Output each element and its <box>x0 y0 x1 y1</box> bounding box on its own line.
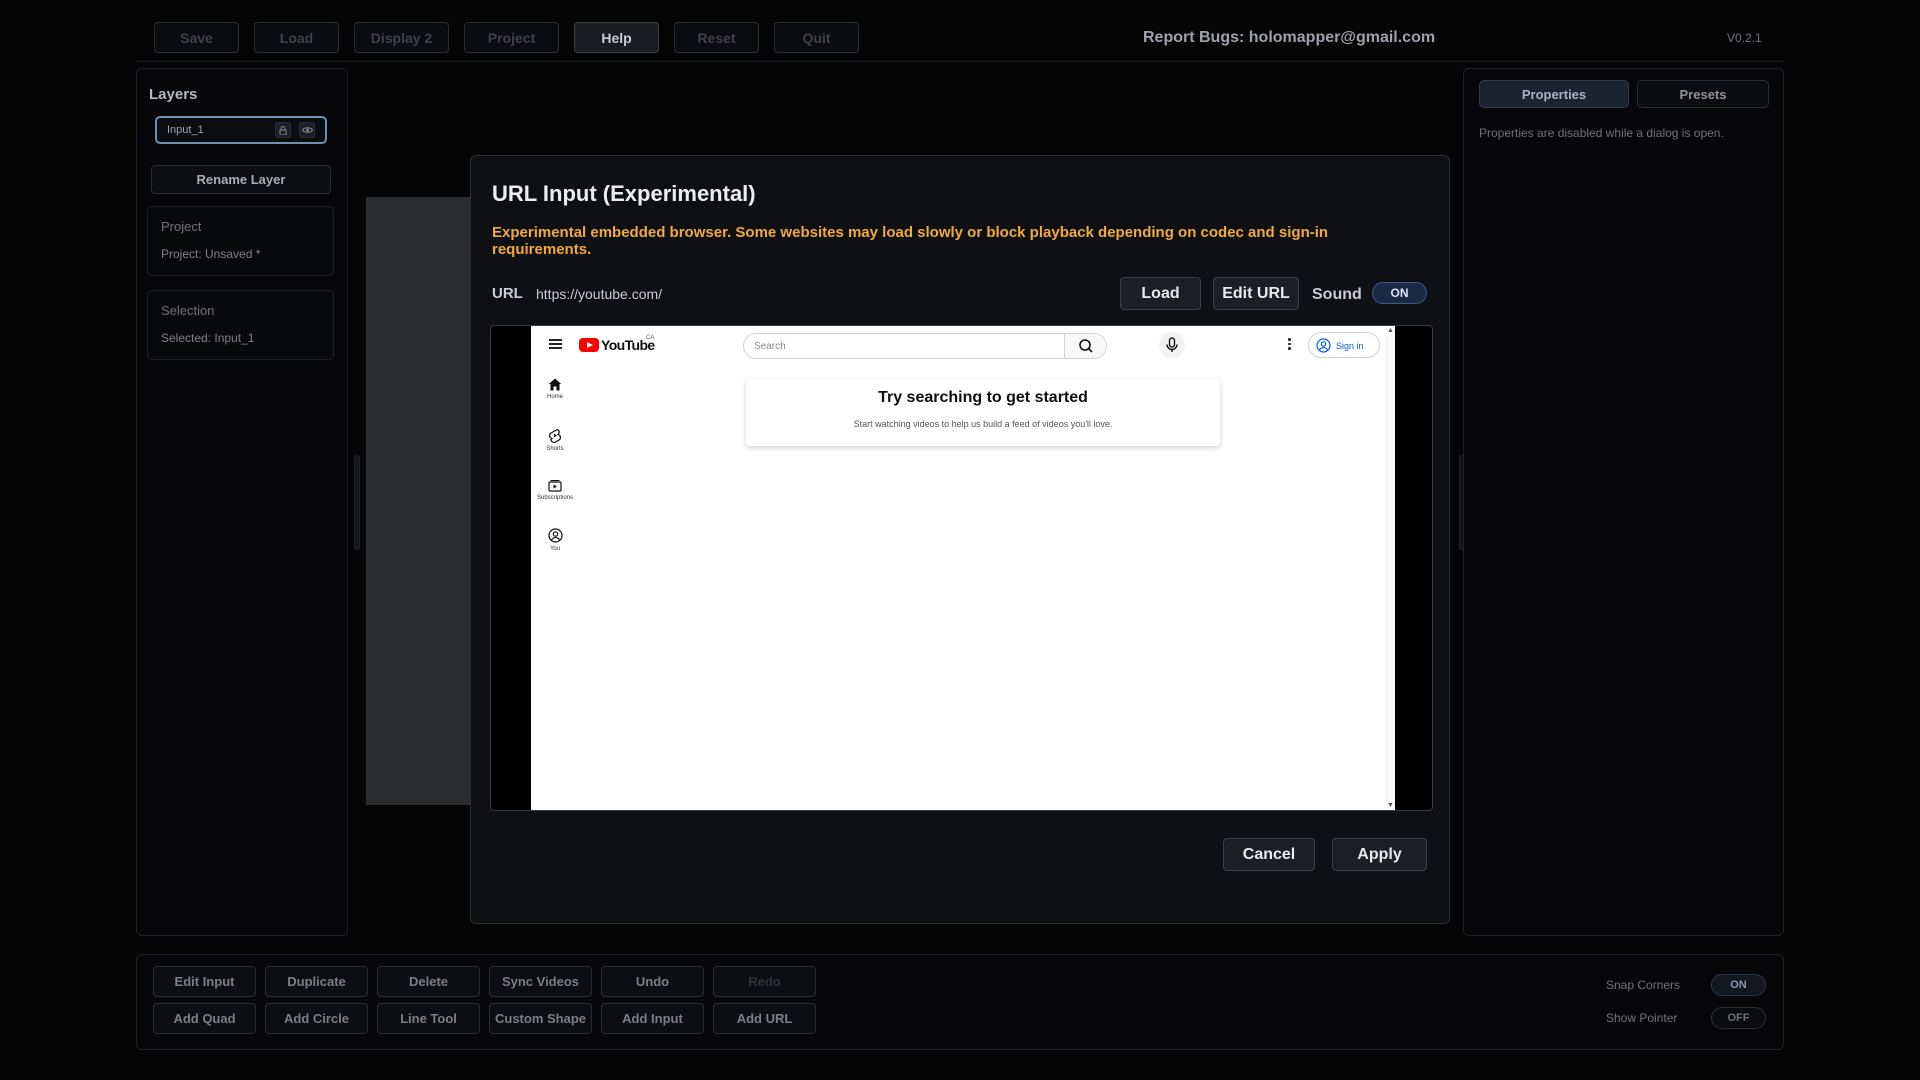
search-placeholder: Search <box>754 341 786 352</box>
empty-feed-card: Try searching to get started Start watch… <box>746 379 1220 446</box>
more-options-icon[interactable] <box>1288 338 1292 352</box>
project-card: Project Project: Unsaved * <box>147 206 334 276</box>
snap-corners-toggle[interactable]: ON <box>1711 974 1766 996</box>
url-label: URL <box>492 285 523 302</box>
nav-you[interactable]: You <box>533 528 577 552</box>
show-pointer-label: Show Pointer <box>1606 1011 1678 1025</box>
layer-item[interactable]: Input_1 <box>155 116 327 144</box>
project-button[interactable]: Project <box>464 22 559 53</box>
microphone-icon <box>1166 337 1178 352</box>
youtube-logo[interactable]: YouTube <box>579 337 655 353</box>
shorts-icon <box>548 428 562 443</box>
country-code: CA <box>646 335 655 341</box>
empty-feed-title: Try searching to get started <box>878 389 1088 406</box>
apply-button[interactable]: Apply <box>1332 838 1427 871</box>
delete-button[interactable]: Delete <box>377 966 480 997</box>
selection-card: Selection Selected: Input_1 <box>147 290 334 360</box>
project-card-title: Project <box>161 219 202 234</box>
save-button[interactable]: Save <box>154 22 239 53</box>
url-input-dialog: URL Input (Experimental) Experimental em… <box>470 155 1450 924</box>
youtube-page[interactable]: YouTube CA Search Sign in Home Shorts Su… <box>531 326 1395 810</box>
custom-shape-button[interactable]: Custom Shape <box>489 1003 592 1034</box>
scroll-up-icon[interactable]: ▲ <box>1387 327 1394 334</box>
nav-subscriptions[interactable]: Subscriptions <box>533 478 577 501</box>
voice-search-button[interactable] <box>1159 332 1185 358</box>
version-label: V0.2.1 <box>1727 31 1762 45</box>
dialog-title: URL Input (Experimental) <box>492 181 756 206</box>
display-2-button[interactable]: Display 2 <box>354 22 449 53</box>
embedded-browser[interactable]: YouTube CA Search Sign in Home Shorts Su… <box>490 325 1433 811</box>
load-url-button[interactable]: Load <box>1120 277 1201 310</box>
selection-status: Selected: Input_1 <box>161 331 255 345</box>
nav-you-label: You <box>549 546 561 552</box>
left-splitter-handle[interactable] <box>354 455 360 550</box>
sound-toggle[interactable]: ON <box>1372 282 1427 304</box>
add-quad-button[interactable]: Add Quad <box>153 1003 256 1034</box>
redo-button: Redo <box>713 966 816 997</box>
lock-icon[interactable] <box>275 122 291 138</box>
sync-videos-button[interactable]: Sync Videos <box>489 966 592 997</box>
layers-title: Layers <box>149 86 198 103</box>
add-circle-button[interactable]: Add Circle <box>265 1003 368 1034</box>
report-bugs-text: Report Bugs: holomapper@gmail.com <box>1143 29 1436 46</box>
search-icon <box>1079 339 1093 353</box>
nav-subscriptions-label: Subscriptions <box>536 495 574 501</box>
tab-presets[interactable]: Presets <box>1637 80 1769 108</box>
experimental-warning: Experimental embedded browser. Some webs… <box>492 224 1329 258</box>
tab-properties[interactable]: Properties <box>1479 80 1629 108</box>
edit-url-button[interactable]: Edit URL <box>1213 277 1299 310</box>
line-tool-button[interactable]: Line Tool <box>377 1003 480 1034</box>
account-circle-icon <box>1316 338 1331 353</box>
selection-card-title: Selection <box>161 303 215 318</box>
duplicate-button[interactable]: Duplicate <box>265 966 368 997</box>
add-url-button[interactable]: Add URL <box>713 1003 816 1034</box>
load-button[interactable]: Load <box>254 22 339 53</box>
home-icon <box>548 378 562 391</box>
layers-panel <box>136 68 348 936</box>
browser-scrollbar[interactable]: ▲ ▼ <box>1385 326 1395 810</box>
nav-shorts-label: Shorts <box>546 446 564 452</box>
cancel-button[interactable]: Cancel <box>1223 838 1315 871</box>
account-icon <box>547 528 563 543</box>
subscriptions-icon <box>548 480 562 492</box>
sign-in-label: Sign in <box>1336 341 1364 351</box>
show-pointer-toggle[interactable]: OFF <box>1711 1007 1766 1029</box>
properties-disabled-note: Properties are disabled while a dialog i… <box>1479 126 1724 140</box>
app-window: Save Load Display 2 Project Help Reset Q… <box>0 0 1920 1080</box>
search-button[interactable] <box>1064 334 1106 358</box>
youtube-play-icon <box>579 338 599 352</box>
nav-home-label: Home <box>546 394 563 400</box>
add-input-button[interactable]: Add Input <box>601 1003 704 1034</box>
properties-panel <box>1463 68 1784 936</box>
empty-feed-subtitle: Start watching videos to help us build a… <box>853 419 1113 429</box>
top-toolbar: Save Load Display 2 Project Help Reset Q… <box>136 22 1784 62</box>
quit-button[interactable]: Quit <box>774 22 859 53</box>
reset-button[interactable]: Reset <box>674 22 759 53</box>
project-status: Project: Unsaved * <box>161 247 261 261</box>
help-button[interactable]: Help <box>574 22 659 53</box>
youtube-search-input[interactable]: Search <box>743 333 1107 359</box>
canvas-area[interactable] <box>366 197 470 805</box>
layer-name: Input_1 <box>167 124 204 136</box>
sound-label: Sound <box>1312 286 1362 303</box>
eye-icon[interactable] <box>299 122 315 138</box>
nav-home[interactable]: Home <box>533 378 577 400</box>
rename-layer-button[interactable]: Rename Layer <box>151 165 331 194</box>
url-field[interactable]: https://youtube.com/ <box>536 286 662 302</box>
hamburger-menu-icon[interactable] <box>549 339 562 349</box>
undo-button[interactable]: Undo <box>601 966 704 997</box>
sign-in-button[interactable]: Sign in <box>1308 332 1380 358</box>
edit-input-button[interactable]: Edit Input <box>153 966 256 997</box>
snap-corners-label: Snap Corners <box>1606 978 1681 992</box>
scroll-down-icon[interactable]: ▼ <box>1387 802 1394 809</box>
nav-shorts[interactable]: Shorts <box>533 428 577 452</box>
